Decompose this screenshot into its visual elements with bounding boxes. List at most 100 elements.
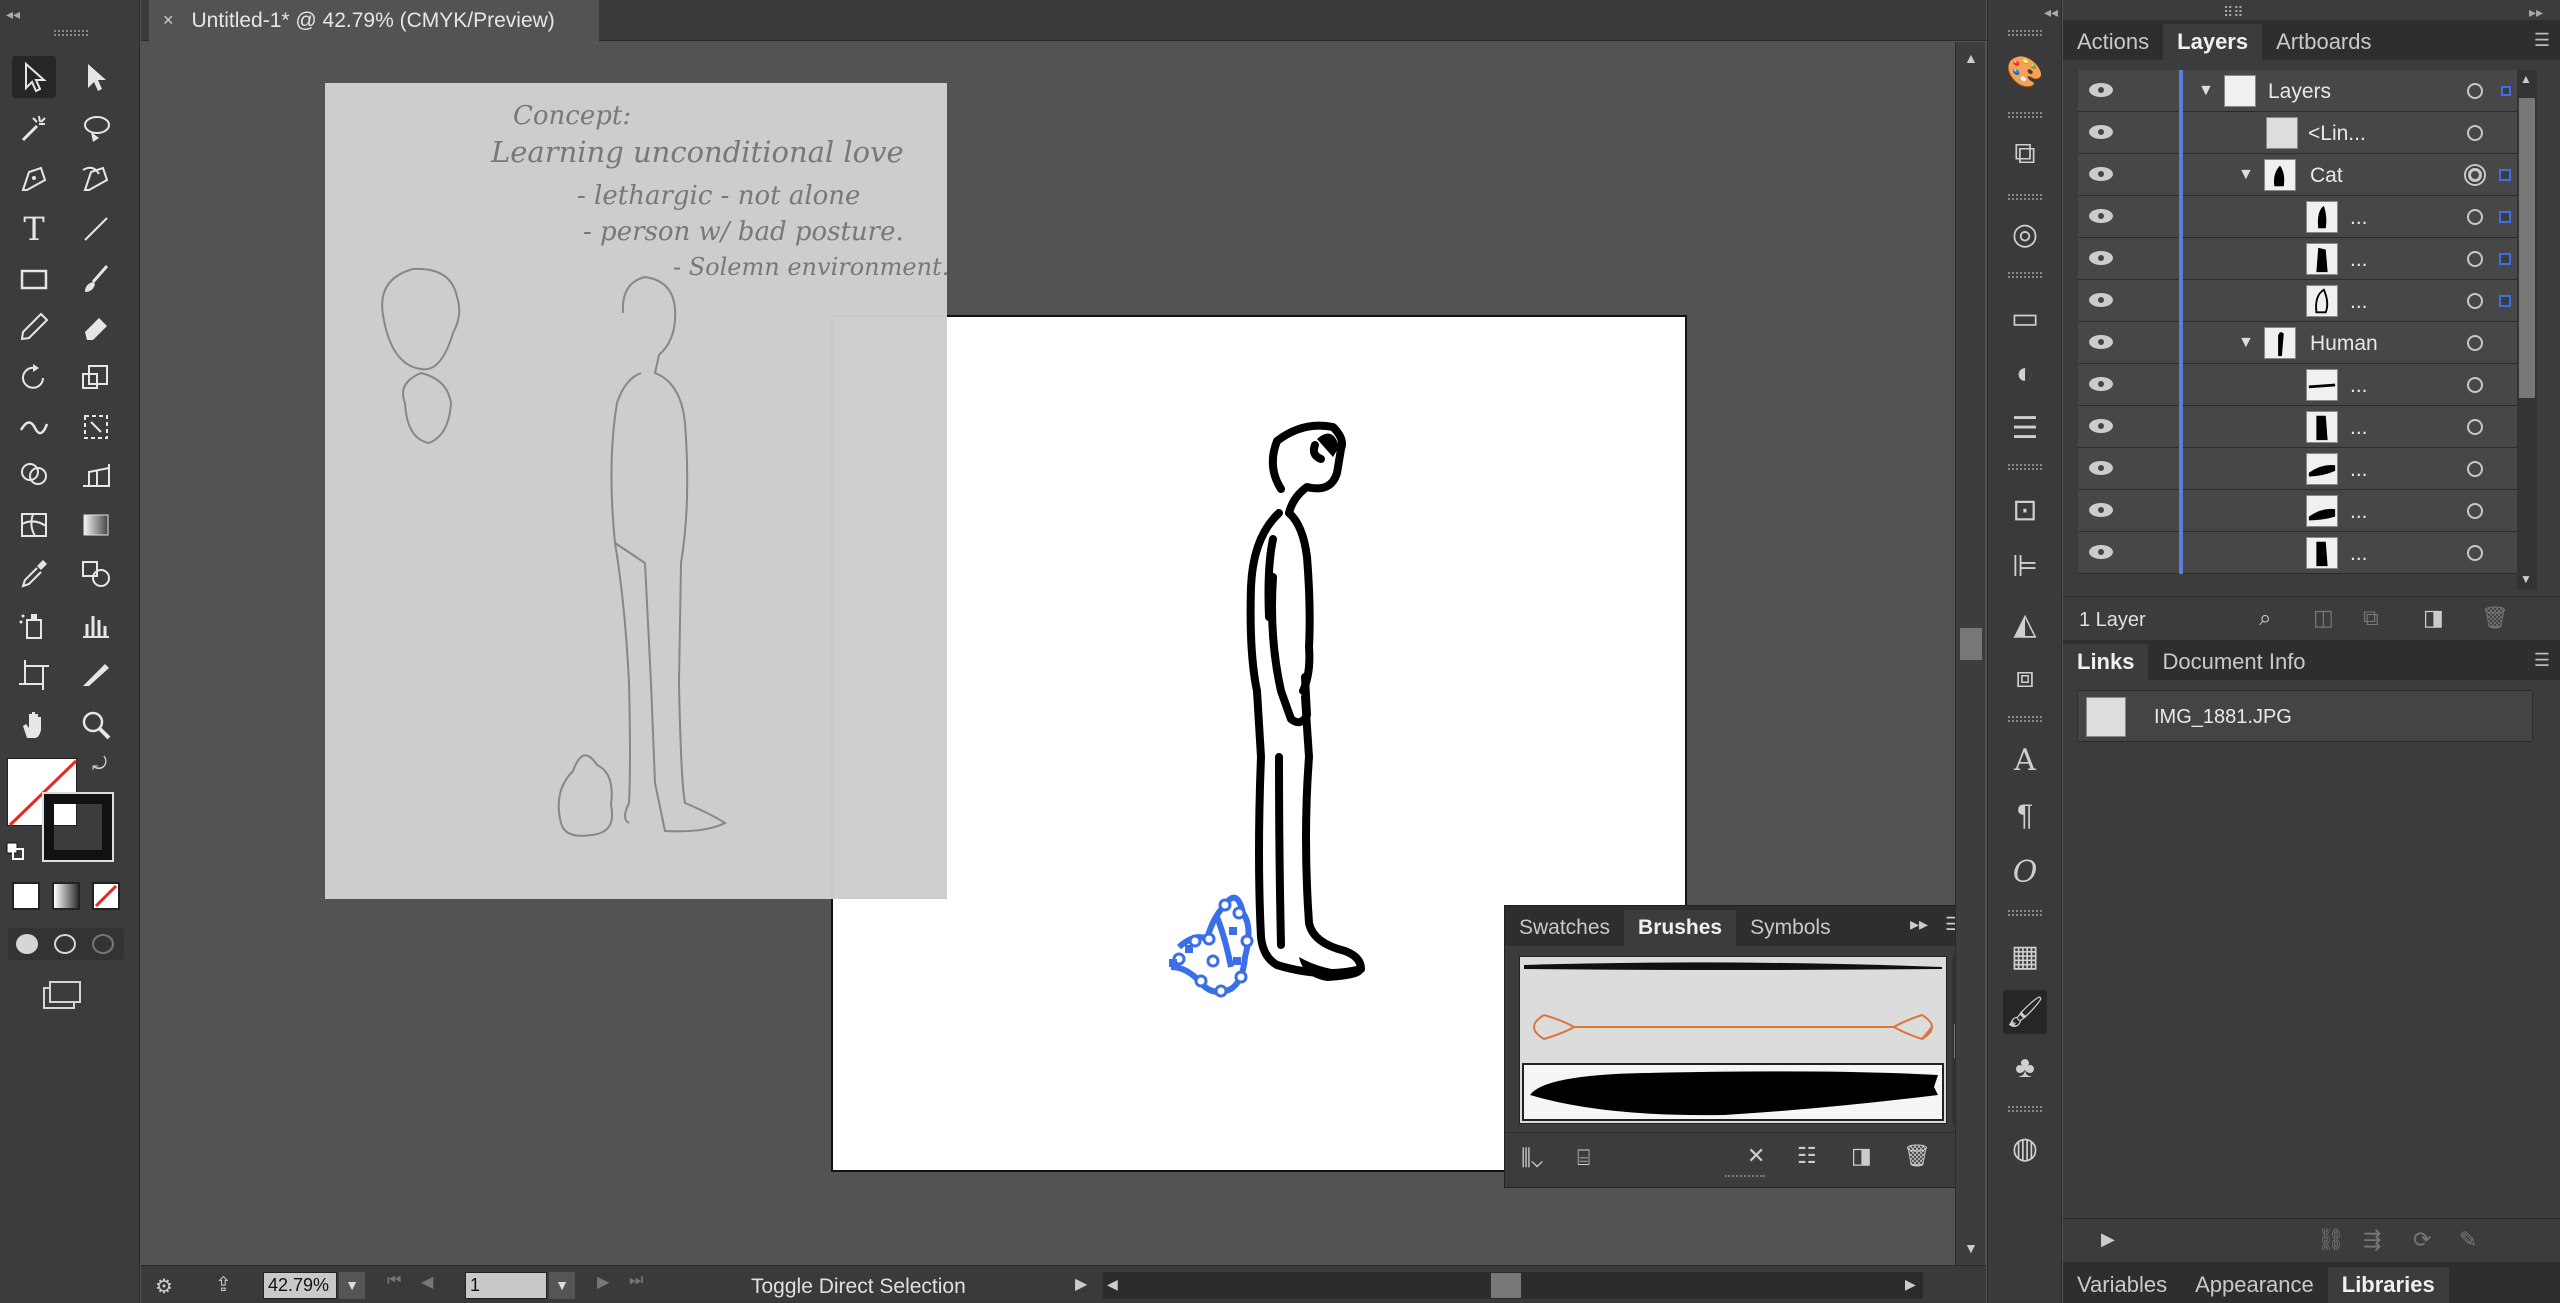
next-artboard-icon[interactable]: ▶ — [597, 1272, 609, 1292]
layer-name[interactable]: ... — [2350, 458, 2368, 482]
target-icon[interactable] — [2467, 209, 2483, 225]
make-clipping-mask-icon[interactable]: ◫ — [2313, 605, 2334, 631]
target-icon[interactable] — [2467, 251, 2483, 267]
slice-tool-icon[interactable] — [74, 654, 118, 696]
zoom-dropdown-icon[interactable]: ▼ — [339, 1272, 365, 1299]
draw-normal-icon[interactable] — [16, 934, 38, 954]
free-transform-tool-icon[interactable] — [74, 406, 118, 448]
tab-links[interactable]: Links — [2063, 644, 2149, 680]
dock-grip[interactable] — [2008, 194, 2042, 200]
draw-inside-icon[interactable] — [92, 934, 114, 954]
rectangle-tool-icon[interactable] — [12, 258, 56, 300]
zoom-field[interactable]: 42.79% — [263, 1272, 337, 1299]
tab-swatches[interactable]: Swatches — [1505, 910, 1624, 946]
dock-grip[interactable] — [2008, 910, 2042, 916]
character-icon[interactable]: A — [2003, 738, 2047, 782]
magic-wand-tool-icon[interactable] — [12, 108, 56, 150]
brush-item[interactable] — [1524, 959, 1942, 973]
new-layer-icon[interactable]: ◨ — [2423, 605, 2444, 631]
swap-fill-stroke-icon[interactable]: ⤾ — [92, 754, 107, 775]
link-item[interactable]: IMG_1881.JPG — [2077, 690, 2533, 742]
rotate-tool-icon[interactable] — [12, 356, 56, 398]
visibility-eye-icon[interactable] — [2086, 374, 2116, 394]
visibility-eye-icon[interactable] — [2086, 500, 2116, 520]
eyedropper-tool-icon[interactable] — [12, 552, 56, 594]
transparency-icon[interactable]: ◐ — [2003, 352, 2047, 396]
brushes-icon[interactable]: 🖌 — [2003, 990, 2047, 1034]
target-icon[interactable] — [2467, 335, 2483, 351]
tab-brushes[interactable]: Brushes — [1624, 910, 1737, 946]
zoom-tool-icon[interactable] — [74, 704, 118, 746]
visibility-eye-icon[interactable] — [2086, 416, 2116, 436]
layers-scrollbar[interactable]: ▲ ▼ — [2517, 70, 2537, 590]
hscroll-thumb[interactable] — [1491, 1273, 1521, 1298]
draw-behind-icon[interactable] — [54, 934, 76, 954]
layer-row[interactable]: ... — [2078, 490, 2528, 532]
blend-tool-icon[interactable] — [74, 552, 118, 594]
visibility-eye-icon[interactable] — [2086, 332, 2116, 352]
transform-icon[interactable]: ⧉ — [2003, 132, 2047, 176]
shape-builder-tool-icon[interactable] — [12, 454, 56, 496]
selection-indicator[interactable] — [2501, 86, 2511, 96]
paintbrush-tool-icon[interactable] — [74, 258, 118, 300]
selection-indicator[interactable] — [2499, 253, 2511, 265]
direct-selection-tool-icon[interactable] — [74, 56, 118, 98]
none-mode-icon[interactable] — [92, 882, 120, 910]
selection-tool-icon[interactable] — [12, 56, 56, 98]
layer-name[interactable]: ... — [2350, 206, 2368, 230]
relink-icon[interactable]: ⇶ — [2363, 1227, 2381, 1253]
layer-row[interactable]: ... — [2078, 196, 2528, 238]
panel-menu-icon[interactable]: ☰ — [1945, 914, 1955, 935]
gradient-mode-icon[interactable] — [52, 882, 80, 910]
image-trace-icon[interactable]: ◎ — [2003, 212, 2047, 256]
brush-options-icon[interactable]: ☷ — [1797, 1143, 1817, 1169]
tab-appearance[interactable]: Appearance — [2181, 1267, 2328, 1303]
column-graph-tool-icon[interactable] — [74, 604, 118, 646]
layer-name[interactable]: Layers — [2268, 80, 2331, 104]
visibility-eye-icon[interactable] — [2086, 542, 2116, 562]
hand-tool-icon[interactable] — [12, 704, 56, 746]
share-icon[interactable]: ⇪ — [215, 1272, 232, 1297]
selection-indicator[interactable] — [2499, 211, 2511, 223]
expand-triangle-icon[interactable]: ▼ — [2238, 334, 2254, 352]
color-mode-icon[interactable] — [12, 882, 40, 910]
layer-row[interactable]: ▼ Layers — [2078, 70, 2528, 112]
line-tool-icon[interactable] — [74, 208, 118, 250]
gpu-icon[interactable]: ⚙ — [155, 1274, 173, 1299]
tab-libraries[interactable]: Libraries — [2327, 1267, 2449, 1303]
paragraph-icon[interactable]: ¶ — [2003, 794, 2047, 838]
symbol-sprayer-tool-icon[interactable] — [12, 604, 56, 646]
layer-row[interactable]: ▼ Cat — [2078, 154, 2528, 196]
document-tab[interactable]: × Untitled-1* @ 42.79% (CMYK/Preview) — [149, 0, 599, 41]
expand-panel-icon[interactable]: ▸▸ — [1910, 914, 1928, 935]
resize-grip[interactable] — [1725, 1175, 1765, 1181]
panel-menu-icon[interactable]: ☰ — [2534, 30, 2550, 51]
libraries-panel-icon[interactable]: ⌸ — [1577, 1145, 1590, 1171]
collapse-panels-icon[interactable]: ▸▸ — [2529, 4, 2543, 21]
default-colors-icon[interactable] — [6, 842, 24, 860]
dock-grip[interactable] — [2008, 112, 2042, 118]
tab-layers[interactable]: Layers — [2163, 24, 2263, 60]
layer-row[interactable]: ... — [2078, 448, 2528, 490]
tab-variables[interactable]: Variables — [2063, 1267, 2181, 1303]
last-artboard-icon[interactable]: ⏭ — [629, 1272, 643, 1290]
collapse-arrows-icon[interactable]: ◂◂ — [6, 6, 20, 23]
first-artboard-icon[interactable]: ⏮ — [387, 1272, 401, 1290]
layer-name[interactable]: ... — [2350, 290, 2368, 314]
status-menu-icon[interactable]: ▶ — [1075, 1274, 1087, 1294]
brush-item[interactable] — [1524, 1007, 1942, 1047]
artboard-number-field[interactable]: 1 — [465, 1272, 547, 1299]
layer-name[interactable]: <Lin... — [2308, 122, 2366, 146]
delete-brush-icon[interactable]: 🗑 — [1903, 1143, 1931, 1169]
layer-name[interactable]: Cat — [2310, 164, 2343, 188]
scroll-left-icon[interactable]: ◀ — [1107, 1276, 1118, 1293]
panel-grip[interactable] — [54, 30, 88, 36]
mesh-tool-icon[interactable] — [12, 504, 56, 546]
canvas-area[interactable]: Concept: Learning unconditional love - l… — [141, 42, 1955, 1265]
dock-grip[interactable] — [2008, 716, 2042, 722]
layer-name[interactable]: ... — [2350, 248, 2368, 272]
update-link-icon[interactable]: ⟳ — [2413, 1227, 2431, 1253]
gradient-panel-icon[interactable]: ▭ — [2003, 296, 2047, 340]
create-sublayer-icon[interactable]: ⧉ — [2363, 605, 2379, 631]
symbols-icon[interactable]: ♣ — [2003, 1046, 2047, 1090]
